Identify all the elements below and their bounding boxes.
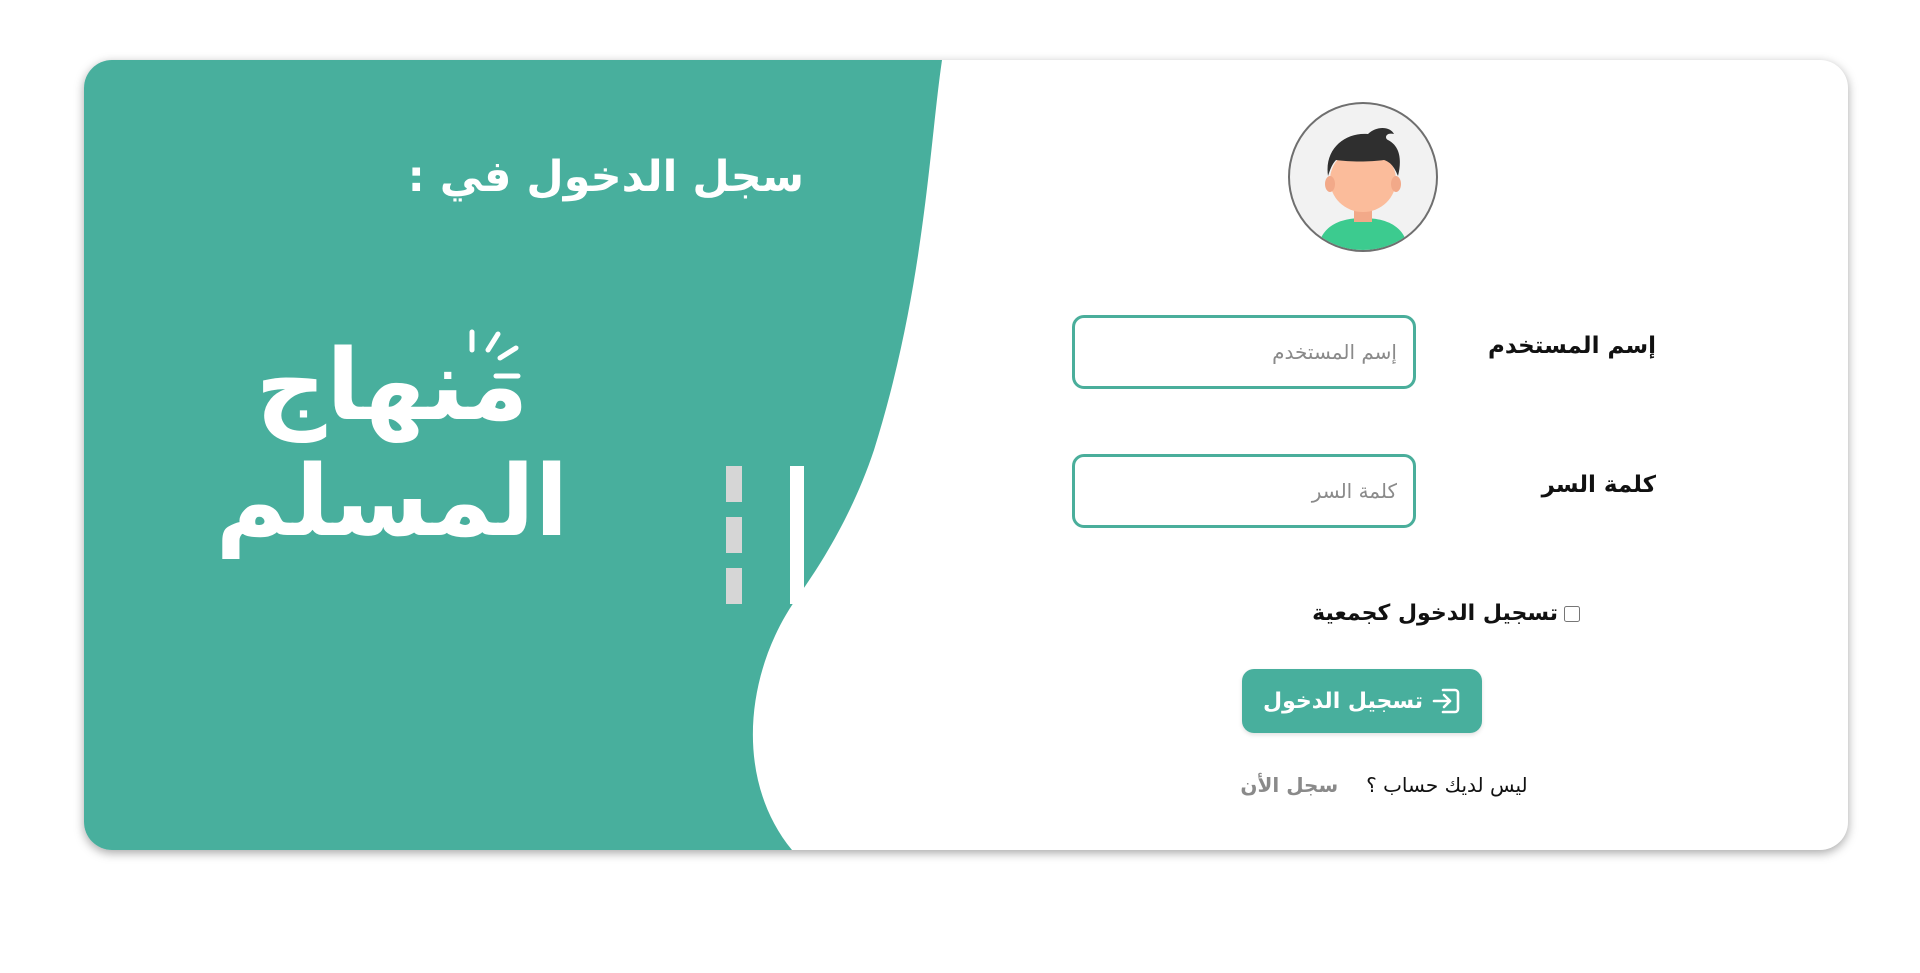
password-input[interactable] xyxy=(1072,454,1416,528)
logo-bar-white xyxy=(790,466,804,604)
group-login-label: تسجيل الدخول كجمعية xyxy=(1312,601,1558,626)
signup-row: ليس لديك حساب ؟ سجل الأن xyxy=(1164,773,1604,797)
login-arrow-icon xyxy=(1432,688,1460,714)
site-logo: منهاج المسلم xyxy=(212,328,804,668)
no-account-text: ليس لديك حساب ؟ xyxy=(1366,773,1528,797)
group-login-checkbox[interactable] xyxy=(1564,605,1580,622)
login-button[interactable]: تسجيل الدخول xyxy=(1242,669,1482,733)
login-card: سجل الدخول في : منهاج المسلم إسم المستخد… xyxy=(84,60,1848,850)
logo-bar-gray xyxy=(726,466,742,604)
logo-rays-icon xyxy=(469,329,521,379)
signup-link[interactable]: سجل الأن xyxy=(1240,773,1338,797)
user-avatar-icon xyxy=(1288,102,1438,252)
password-label: كلمة السر xyxy=(1541,472,1656,498)
login-button-label: تسجيل الدخول xyxy=(1262,688,1424,714)
group-login-option[interactable]: تسجيل الدخول كجمعية xyxy=(1244,601,1580,626)
welcome-title: سجل الدخول في : xyxy=(407,152,804,202)
username-label: إسم المستخدم xyxy=(1488,333,1656,359)
username-input[interactable] xyxy=(1072,315,1416,389)
